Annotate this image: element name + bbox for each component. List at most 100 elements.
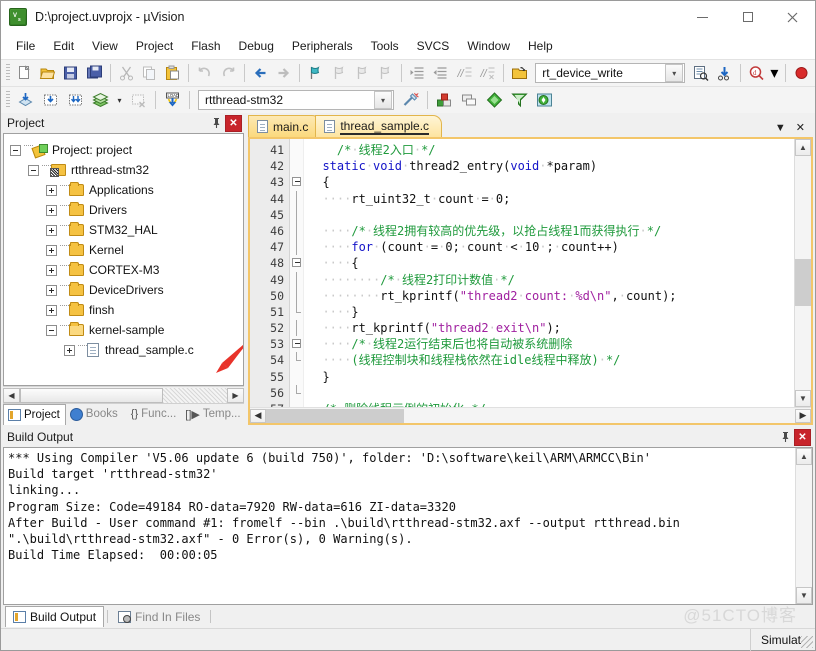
fold-collapse-icon[interactable]: [292, 177, 301, 187]
code-text[interactable]: /*·线程2入口·*/ static·void·thread2_entry(vo…: [304, 139, 794, 407]
code-line[interactable]: ····for·(count·=·0;·count·<·10·;·count++…: [304, 239, 794, 255]
menu-flash[interactable]: Flash: [182, 35, 229, 57]
ehscroll-track[interactable]: [266, 408, 795, 423]
save-all-icon[interactable]: [83, 62, 104, 85]
toolbar-grip[interactable]: [6, 91, 10, 109]
menu-help[interactable]: Help: [519, 35, 562, 57]
expand-expander-icon[interactable]: [64, 344, 75, 356]
expand-expander-icon[interactable]: [46, 204, 57, 216]
scroll-up-icon[interactable]: ▲: [796, 448, 812, 465]
menu-project[interactable]: Project: [127, 35, 182, 57]
close-icon[interactable]: ✕: [796, 121, 805, 134]
code-line[interactable]: ····rt_kprintf("thread2·exit\n");: [304, 320, 794, 336]
uncomment-icon[interactable]: //: [477, 62, 498, 85]
expand-expander-icon[interactable]: [46, 224, 57, 236]
browse-icon[interactable]: [509, 62, 530, 85]
tree-item-kernel-sample[interactable]: kernel-sample: [10, 320, 243, 340]
expand-expander-icon[interactable]: [46, 184, 57, 196]
tree-item-devicedrivers[interactable]: DeviceDrivers: [10, 280, 243, 300]
bookmark-next-icon[interactable]: [352, 62, 373, 85]
maximize-button[interactable]: [725, 1, 770, 33]
code-line[interactable]: ····(线程控制块和线程栈依然在idle线程中释放)·*/: [304, 352, 794, 368]
tab-build-output[interactable]: Build Output: [5, 606, 105, 627]
scroll-up-icon[interactable]: ▲: [795, 139, 811, 156]
chevron-down-icon[interactable]: ▾: [374, 91, 392, 109]
menu-svcs[interactable]: SVCS: [408, 35, 459, 57]
tree-item-finsh[interactable]: finsh: [10, 300, 243, 320]
bookmark-clear-icon[interactable]: [375, 62, 396, 85]
code-line[interactable]: /*·线程2入口·*/: [304, 142, 794, 158]
outdent-icon[interactable]: [430, 62, 451, 85]
manage-project-items-icon[interactable]: [458, 89, 481, 112]
tab-find-in-files[interactable]: Find In Files: [111, 606, 207, 627]
editor-tab-thread-sample-c[interactable]: thread_sample.c: [315, 115, 443, 137]
undo-icon[interactable]: [194, 62, 215, 85]
vscroll-track[interactable]: [795, 156, 811, 390]
code-line[interactable]: ····/*·线程2拥有较高的优先级，以抢占线程1而获得执行·*/: [304, 223, 794, 239]
cut-icon[interactable]: [116, 62, 137, 85]
save-icon[interactable]: [60, 62, 81, 85]
scroll-right-icon[interactable]: ▶: [227, 387, 244, 403]
collapse-expander-icon[interactable]: [28, 164, 39, 176]
scroll-left-icon[interactable]: ◀: [250, 408, 266, 423]
editor-vscrollbar[interactable]: ▲ ▼: [794, 139, 811, 407]
project-tree-container[interactable]: Project: project rtthread-stm32 Applicat…: [3, 133, 244, 386]
code-line[interactable]: {: [304, 174, 794, 190]
menu-debug[interactable]: Debug: [230, 35, 283, 57]
expand-expander-icon[interactable]: [46, 284, 57, 296]
bookmark-prev-icon[interactable]: [328, 62, 349, 85]
expand-expander-icon[interactable]: [46, 264, 57, 276]
tree-item-cortex-m3[interactable]: CORTEX-M3: [10, 260, 243, 280]
vscroll-track[interactable]: [796, 465, 812, 587]
scroll-down-icon[interactable]: ▼: [796, 587, 812, 604]
redo-icon[interactable]: [218, 62, 239, 85]
hscroll-track[interactable]: [20, 387, 227, 403]
tree-item-applications[interactable]: Applications: [10, 180, 243, 200]
menu-edit[interactable]: Edit: [44, 35, 83, 57]
chevron-down-icon[interactable]: ▾: [665, 64, 684, 82]
tree-item-project[interactable]: Project: project: [10, 140, 243, 160]
filter-icon[interactable]: [508, 89, 531, 112]
comment-icon[interactable]: //: [454, 62, 475, 85]
rebuild-icon[interactable]: [64, 89, 87, 112]
ehscroll-thumb[interactable]: [266, 408, 404, 423]
fold-marker[interactable]: [290, 336, 303, 352]
menu-view[interactable]: View: [83, 35, 127, 57]
scroll-right-icon[interactable]: ▶: [795, 408, 811, 423]
tree-item-kernel[interactable]: Kernel: [10, 240, 243, 260]
code-line[interactable]: ········rt_kprintf("thread2·count:·%d\n"…: [304, 288, 794, 304]
code-folding-column[interactable]: [290, 139, 304, 407]
search-icon[interactable]: d: [746, 62, 767, 85]
code-line[interactable]: [304, 207, 794, 223]
multi-project-icon[interactable]: [483, 89, 506, 112]
tree-item-drivers[interactable]: Drivers: [10, 200, 243, 220]
download-icon[interactable]: LOAD: [161, 89, 184, 112]
build-output-vscrollbar[interactable]: ▲ ▼: [795, 448, 812, 604]
expand-expander-icon[interactable]: [46, 304, 57, 316]
fold-collapse-icon[interactable]: [292, 339, 301, 349]
batch-build-dropdown-icon[interactable]: ▾: [114, 89, 125, 112]
batch-build-icon[interactable]: [89, 89, 112, 112]
pin-icon[interactable]: [777, 429, 794, 446]
manage-run-time-environment-icon[interactable]: [433, 89, 456, 112]
build-icon[interactable]: [39, 89, 62, 112]
navigate-forward-icon[interactable]: [273, 62, 294, 85]
tab-functions[interactable]: {} Func...: [127, 404, 182, 425]
translate-icon[interactable]: [14, 89, 37, 112]
code-line[interactable]: static·void·thread2_entry(void·*param): [304, 158, 794, 174]
fold-marker[interactable]: [290, 174, 303, 190]
target-options-icon[interactable]: [399, 89, 422, 112]
close-icon[interactable]: ✕: [225, 114, 242, 132]
source-browse-icon[interactable]: [690, 62, 711, 85]
new-file-icon[interactable]: [14, 62, 35, 85]
scroll-down-icon[interactable]: ▼: [795, 390, 811, 407]
paste-icon[interactable]: [162, 62, 183, 85]
code-line[interactable]: ····{: [304, 255, 794, 271]
code-line[interactable]: }: [304, 369, 794, 385]
close-button[interactable]: [770, 1, 815, 33]
tab-templates[interactable]: []▶ Temp...: [181, 404, 245, 425]
menu-tools[interactable]: Tools: [362, 35, 408, 57]
editor-tab-main-c[interactable]: main.c: [248, 115, 322, 137]
code-line[interactable]: [304, 385, 794, 401]
indent-icon[interactable]: [407, 62, 428, 85]
